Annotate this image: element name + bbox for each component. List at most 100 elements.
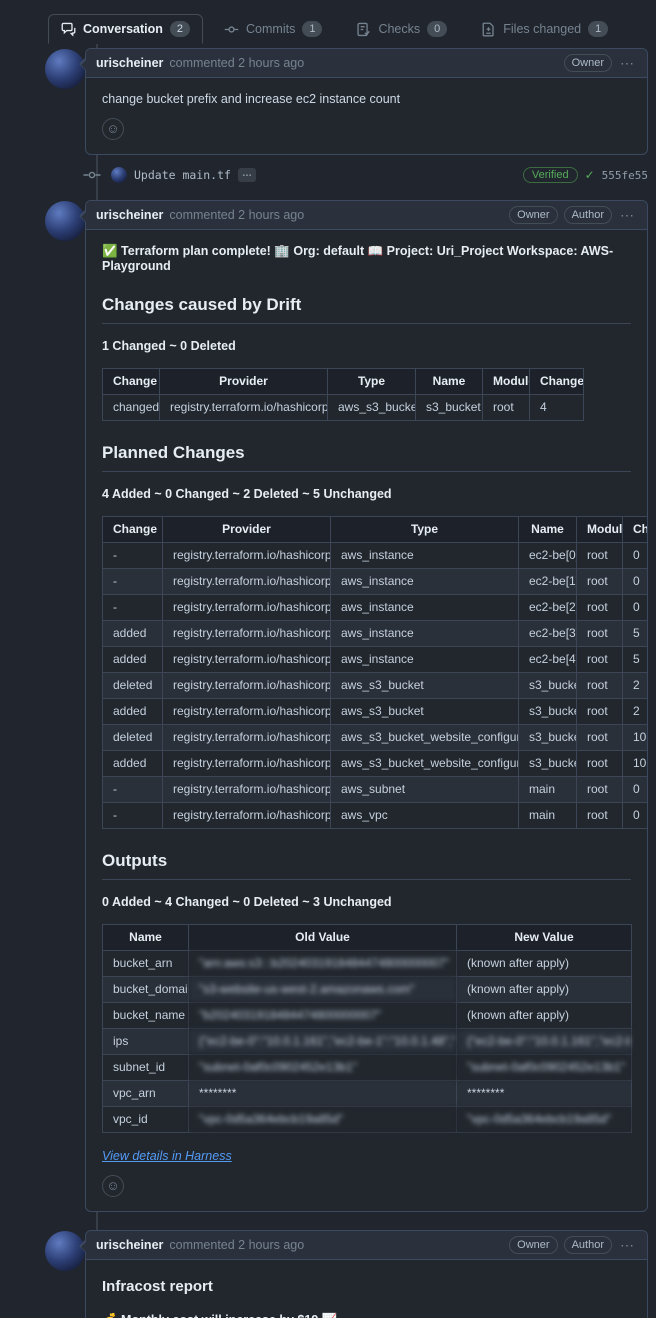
tab-count-badge: 0 [427,21,447,37]
table-cell: ec2-be[2] [519,595,577,621]
tab-count-badge: 1 [302,21,322,37]
table-cell: 4 [530,395,584,421]
author-link[interactable]: urischeiner [96,56,163,70]
git-commit-icon [80,169,104,181]
table-cell: added [103,751,163,777]
table-cell: registry.terraform.io/hashicorp/aws [163,569,331,595]
table-cell: aws_s3_bucket [331,699,519,725]
table-header-cell: Module [577,517,623,543]
comment-header: urischeiner commented 2 hours ago Owner … [86,49,647,78]
table-header-cell: Name [416,369,483,395]
table-cell: - [103,803,163,829]
table-cell: 0 [623,777,648,803]
kebab-menu-icon[interactable]: ⋯ [618,1237,637,1254]
cost-increase-line: 💰 Monthly cost will increase by $19 📈 [102,1313,631,1318]
drift-summary: 1 Changed ~ 0 Deleted [102,339,631,353]
table-cell: vpc_id [103,1107,189,1133]
table-cell: registry.terraform.io/hashicorp/aws [163,673,331,699]
table-row: addedregistry.terraform.io/hashicorp/aws… [103,647,648,673]
tab-label: Checks [378,22,420,36]
table-cell: aws_s3_bucket_website_configuration [331,725,519,751]
comment-body-text: change bucket prefix and increase ec2 in… [102,92,631,106]
kebab-menu-icon[interactable]: ⋯ [618,55,637,72]
table-cell: "subnet-0af0c0902452e13b1" [189,1055,457,1081]
table-cell: root [577,647,623,673]
drift-table: ChangeProviderTypeNameModuleChangeschang… [102,368,584,421]
table-cell: "vpc-0d5a364ebcb19a85d" [457,1107,632,1133]
table-cell: ******** [457,1081,632,1107]
kebab-menu-icon[interactable]: ⋯ [618,207,637,224]
commit-title-link[interactable]: Update main.tf [134,168,231,182]
table-cell: root [577,699,623,725]
tab-conversation[interactable]: Conversation 2 [48,14,203,44]
tab-label: Files changed [503,22,581,36]
comment-meta: commented 2 hours ago [169,1238,304,1252]
table-row: ips{"ec2-be-0":"10.0.1.161","ec2-be-1":"… [103,1029,632,1055]
table-cell: (known after apply) [457,1003,632,1029]
table-cell: ******** [189,1081,457,1107]
planned-changes-table: ChangeProviderTypeNameModuleChanges-regi… [102,516,647,829]
git-commit-icon [224,22,239,37]
add-reaction-button[interactable]: ☺ [102,1175,124,1197]
table-row: -registry.terraform.io/hashicorp/awsaws_… [103,595,648,621]
table-header-cell: Type [331,517,519,543]
table-cell: 0 [623,595,648,621]
table-cell: s3_bucket [519,751,577,777]
table-cell: added [103,621,163,647]
table-cell: registry.terraform.io/hashicorp/aws [163,699,331,725]
tab-checks[interactable]: Checks 0 [343,14,460,44]
table-header-cell: Change [103,369,160,395]
tab-label: Conversation [83,22,163,36]
table-cell: registry.terraform.io/hashicorp/aws [163,725,331,751]
table-cell: bucket_name [103,1003,189,1029]
view-details-link[interactable]: View details in Harness [102,1149,232,1163]
table-cell: 10 [623,725,648,751]
commit-ellipsis-button[interactable]: … [238,168,256,182]
avatar[interactable] [111,167,127,183]
table-cell: registry.terraform.io/hashicorp/aws [163,543,331,569]
table-cell: aws_s3_bucket [328,395,416,421]
drift-section-title: Changes caused by Drift [102,295,631,324]
table-cell: vpc_arn [103,1081,189,1107]
table-cell: bucket_domain [103,977,189,1003]
table-cell: s3_bucket [416,395,483,421]
author-link[interactable]: urischeiner [96,208,163,222]
table-cell: aws_s3_bucket [331,673,519,699]
table-row: addedregistry.terraform.io/hashicorp/aws… [103,621,648,647]
tab-commits[interactable]: Commits 1 [211,14,335,44]
table-cell: 2 [623,699,648,725]
table-row: -registry.terraform.io/hashicorp/awsaws_… [103,543,648,569]
table-cell: registry.terraform.io/hashicorp/aws [163,751,331,777]
table-cell: changed [103,395,160,421]
table-header-cell: Changes [530,369,584,395]
table-cell: root [577,569,623,595]
add-reaction-button[interactable]: ☺ [102,118,124,140]
table-header-cell: Type [328,369,416,395]
verified-badge[interactable]: Verified [523,167,578,183]
commit-sha-link[interactable]: 555fe55 [602,169,648,182]
author-link[interactable]: urischeiner [96,1238,163,1252]
comment-card-3: urischeiner commented 2 hours ago Owner … [85,1230,648,1318]
comment-card-1: urischeiner commented 2 hours ago Owner … [85,48,648,155]
table-cell: 2 [623,673,648,699]
file-diff-icon [481,22,496,37]
comment-discussion-icon [61,22,76,37]
table-cell: "vpc-0d5a364ebcb19a85d" [189,1107,457,1133]
table-cell: deleted [103,725,163,751]
table-row: -registry.terraform.io/hashicorp/awsaws_… [103,803,648,829]
planned-table-scroll[interactable]: ChangeProviderTypeNameModuleChanges-regi… [102,516,647,829]
table-row: deletedregistry.terraform.io/hashicorp/a… [103,673,648,699]
pr-tab-bar: Conversation 2 Commits 1 Checks 0 Files … [0,0,656,44]
table-header-cell: Changes [623,517,648,543]
table-row: addedregistry.terraform.io/hashicorp/aws… [103,699,648,725]
tab-files-changed[interactable]: Files changed 1 [468,14,621,44]
owner-badge: Owner [564,54,612,72]
table-cell: aws_instance [331,595,519,621]
table-header-cell: Change [103,517,163,543]
table-cell: root [577,543,623,569]
author-badge: Author [564,206,612,224]
table-cell: 5 [623,621,648,647]
table-cell: root [483,395,530,421]
table-cell: 0 [623,803,648,829]
table-cell: "subnet-0af0c0902452e13b1" [457,1055,632,1081]
